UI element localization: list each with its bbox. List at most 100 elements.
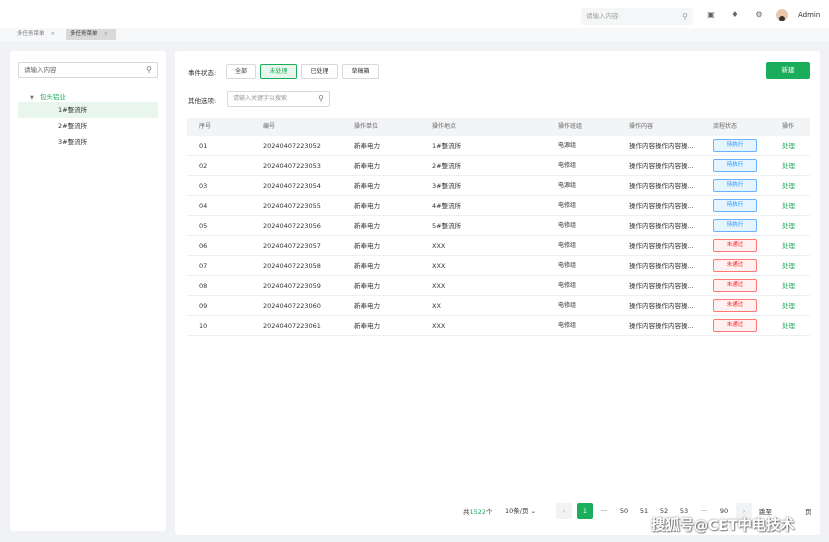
status-filter-all[interactable]: 全部 bbox=[226, 64, 256, 79]
table-body: 01 20240407223052 新奉电力 1#整流所 电源组 操作内容操作内容操...… bbox=[187, 136, 810, 336]
row-content: 操作内容操作内容操... bbox=[629, 302, 694, 310]
row-unit: 新奉电力 bbox=[354, 302, 380, 310]
table-row: 04 20240407223055 新奉电力 4#整流所 电修组 操作内容操作内容操...… bbox=[187, 196, 810, 216]
process-link[interactable]: 处理 bbox=[782, 136, 795, 156]
status-filter-unprocessed[interactable]: 未处理 bbox=[260, 64, 297, 79]
row-team: 电修组 bbox=[558, 162, 577, 169]
tree-search-input[interactable]: 请输入内容 ⚲ bbox=[18, 62, 158, 78]
search-icon[interactable]: ⚲ bbox=[682, 8, 688, 25]
new-button[interactable]: 新建 bbox=[766, 62, 810, 79]
row-unit: 新奉电力 bbox=[354, 322, 380, 330]
video-icon[interactable]: ▣ bbox=[706, 10, 716, 20]
other-options-label: 其他选项: bbox=[188, 97, 217, 105]
search-icon[interactable]: ⚲ bbox=[318, 92, 324, 106]
page-size-select[interactable]: 10条/页 ⌄ bbox=[505, 503, 551, 519]
row-number: 02 bbox=[199, 162, 208, 170]
tree-item[interactable]: 1#整流所 bbox=[18, 102, 158, 118]
process-link[interactable]: 处理 bbox=[782, 276, 795, 296]
tab-multitask-2[interactable]: 多任务菜单 × bbox=[66, 29, 116, 40]
row-team: 电修组 bbox=[558, 202, 577, 209]
process-link[interactable]: 处理 bbox=[782, 316, 795, 336]
table-row: 06 20240407223057 新奉电力 XXX 电修组 操作内容操作内容操... 未通… bbox=[187, 236, 810, 256]
top-header: 请输入内容 ⚲ ▣ ♦ ⚙ Admin bbox=[0, 0, 829, 28]
status-filter-label: 事件状态: bbox=[188, 69, 217, 77]
process-link[interactable]: 处理 bbox=[782, 296, 795, 316]
row-place: 3#整流所 bbox=[432, 182, 462, 190]
row-number: 06 bbox=[199, 242, 208, 250]
page-button[interactable]: 1 bbox=[577, 503, 593, 519]
row-unit: 新奉电力 bbox=[354, 162, 380, 170]
row-team: 电修组 bbox=[558, 242, 577, 249]
table-row: 08 20240407223059 新奉电力 XXX 电修组 操作内容操作内容操... 未通… bbox=[187, 276, 810, 296]
row-team: 电修组 bbox=[558, 222, 577, 229]
process-link[interactable]: 处理 bbox=[782, 196, 795, 216]
row-unit: 新奉电力 bbox=[354, 262, 380, 270]
row-team: 电修组 bbox=[558, 262, 577, 269]
column-header: 编号 bbox=[263, 123, 276, 130]
tree-item[interactable]: 3#整流所 bbox=[18, 134, 158, 150]
row-place: XXX bbox=[432, 322, 446, 330]
process-link[interactable]: 处理 bbox=[782, 176, 795, 196]
user-name[interactable]: Admin bbox=[798, 11, 820, 19]
row-unit: 新奉电力 bbox=[354, 202, 380, 210]
avatar[interactable] bbox=[776, 9, 788, 21]
tree-item[interactable]: 2#整流所 bbox=[18, 118, 158, 134]
status-badge: 待执行 bbox=[713, 139, 757, 152]
table-row: 10 20240407223061 新奉电力 XXX 电修组 操作内容操作内容操... 未通… bbox=[187, 316, 810, 336]
status-badge: 未通过 bbox=[713, 299, 757, 312]
row-code: 20240407223060 bbox=[263, 302, 321, 310]
column-header: 序号 bbox=[199, 123, 212, 130]
close-icon[interactable]: × bbox=[51, 31, 56, 37]
column-header: 操作地点 bbox=[432, 123, 457, 130]
status-filter-drafts[interactable]: 草稿箱 bbox=[342, 64, 379, 79]
table-header: 序号 编号 操作单位 操作地点 操作班组 操作内容 流程状态 操作 bbox=[187, 118, 810, 136]
row-unit: 新奉电力 bbox=[354, 242, 380, 250]
keyword-search-input[interactable]: 请输入关键字以搜索 ⚲ bbox=[227, 91, 330, 107]
row-team: 电源组 bbox=[558, 142, 577, 149]
row-unit: 新奉电力 bbox=[354, 142, 380, 150]
row-place: 1#整流所 bbox=[432, 142, 462, 150]
row-number: 05 bbox=[199, 222, 208, 230]
global-search-input[interactable]: 请输入内容 ⚲ bbox=[581, 8, 693, 25]
page-button[interactable]: 50 bbox=[616, 503, 632, 519]
row-number: 09 bbox=[199, 302, 208, 310]
row-place: 2#整流所 bbox=[432, 162, 462, 170]
row-team: 电修组 bbox=[558, 282, 577, 289]
row-place: XXX bbox=[432, 262, 446, 270]
gear-icon[interactable]: ⚙ bbox=[754, 10, 764, 20]
table-row: 07 20240407223058 新奉电力 XXX 电修组 操作内容操作内容操... 未通… bbox=[187, 256, 810, 276]
tabs-bar: 多任务菜单 × 多任务菜单 × bbox=[0, 28, 829, 41]
tab-multitask-1[interactable]: 多任务菜单 × bbox=[13, 29, 63, 40]
row-place: XXX bbox=[432, 282, 446, 290]
process-link[interactable]: 处理 bbox=[782, 216, 795, 236]
row-code: 20240407223056 bbox=[263, 222, 321, 230]
row-unit: 新奉电力 bbox=[354, 182, 380, 190]
jump-suffix: 页 bbox=[805, 508, 812, 516]
status-filter-processed[interactable]: 已处理 bbox=[301, 64, 338, 79]
page-button[interactable]: 51 bbox=[636, 503, 652, 519]
prev-page-button[interactable]: ‹ bbox=[556, 503, 572, 519]
row-content: 操作内容操作内容操... bbox=[629, 262, 694, 270]
status-badge: 待执行 bbox=[713, 199, 757, 212]
close-icon[interactable]: × bbox=[104, 31, 109, 37]
table-row: 03 20240407223054 新奉电力 3#整流所 电源组 操作内容操作内容操...… bbox=[187, 176, 810, 196]
process-link[interactable]: 处理 bbox=[782, 256, 795, 276]
row-number: 01 bbox=[199, 142, 208, 150]
row-code: 20240407223053 bbox=[263, 162, 321, 170]
bell-icon[interactable]: ♦ bbox=[730, 10, 740, 20]
row-content: 操作内容操作内容操... bbox=[629, 322, 694, 330]
tab-label: 多任务菜单 bbox=[17, 31, 45, 37]
tree-root-node[interactable]: ▼ 包头铝业 bbox=[30, 91, 66, 101]
tree-search-placeholder: 请输入内容 bbox=[24, 66, 57, 74]
row-code: 20240407223061 bbox=[263, 322, 321, 330]
column-header: 操作内容 bbox=[629, 123, 654, 130]
search-icon[interactable]: ⚲ bbox=[146, 63, 152, 77]
page-ellipsis[interactable]: ··· bbox=[596, 503, 612, 519]
row-content: 操作内容操作内容操... bbox=[629, 282, 694, 290]
row-content: 操作内容操作内容操... bbox=[629, 142, 694, 150]
process-link[interactable]: 处理 bbox=[782, 156, 795, 176]
caret-down-icon[interactable]: ▼ bbox=[30, 95, 34, 101]
process-link[interactable]: 处理 bbox=[782, 236, 795, 256]
status-badge: 未通过 bbox=[713, 279, 757, 292]
status-badge: 未通过 bbox=[713, 239, 757, 252]
